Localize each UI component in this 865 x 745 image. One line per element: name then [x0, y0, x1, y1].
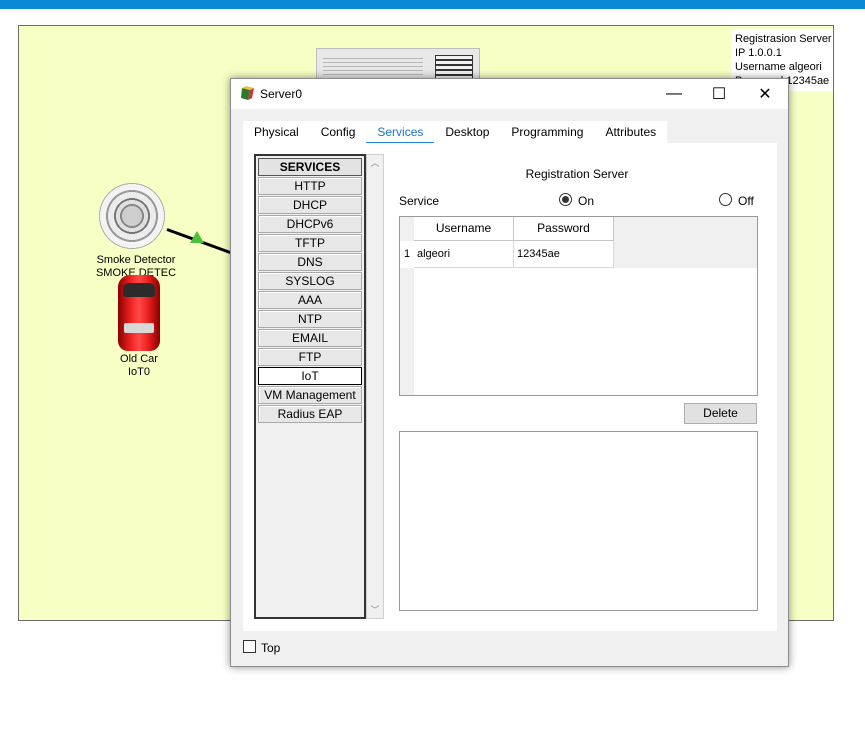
close-icon[interactable]: ✕	[742, 79, 788, 109]
top-label: Top	[261, 641, 281, 655]
server-app-icon	[241, 86, 254, 100]
column-header-password[interactable]: Password	[514, 217, 614, 241]
tab-bar: Physical Config Services Desktop Program…	[243, 121, 668, 145]
link-status-arrow-icon	[190, 231, 204, 243]
smoke-detector-name: Smoke Detector	[96, 254, 176, 266]
service-dhcp[interactable]: DHCP	[258, 196, 362, 214]
info-line-1: Registrasion Server	[735, 33, 832, 45]
old-car-name: Old Car	[120, 353, 158, 365]
dialog-title: Server0	[260, 87, 303, 101]
service-label: Service	[399, 194, 440, 208]
dialog-titlebar[interactable]: Server0 — ☐ ✕	[231, 79, 788, 109]
scroll-up-icon[interactable]: ︿	[367, 156, 383, 170]
smoke-detector-icon[interactable]	[99, 183, 165, 249]
app-top-bar	[0, 0, 865, 9]
scroll-down-icon[interactable]: ﹀	[367, 603, 383, 617]
service-email[interactable]: EMAIL	[258, 329, 362, 347]
service-on-radio[interactable]	[559, 193, 572, 206]
cell-password[interactable]: 12345ae	[514, 241, 614, 268]
service-on-label[interactable]: On	[578, 194, 594, 208]
tab-services[interactable]: Services	[366, 121, 435, 145]
registration-server-title: Registration Server	[525, 167, 629, 181]
service-off-label[interactable]: Off	[738, 194, 754, 208]
old-car-icon[interactable]	[118, 275, 160, 351]
service-vm-management[interactable]: VM Management	[258, 386, 362, 404]
server-dialog: Server0 — ☐ ✕ Physical Config Services D…	[230, 78, 789, 667]
cell-username[interactable]: algeori	[414, 241, 514, 268]
old-car-label: Old Car IoT0	[79, 353, 199, 379]
service-iot[interactable]: IoT	[258, 367, 362, 385]
output-textarea[interactable]	[399, 431, 758, 611]
maximize-icon[interactable]: ☐	[696, 79, 742, 109]
services-scrollbar[interactable]: ︿ ﹀	[366, 154, 384, 619]
service-syslog[interactable]: SYSLOG	[258, 272, 362, 290]
row-number: 1	[400, 241, 414, 268]
users-table: Username Password 1 algeori 12345ae	[399, 216, 758, 396]
service-off-radio[interactable]	[719, 193, 732, 206]
service-http[interactable]: HTTP	[258, 177, 362, 195]
service-dns[interactable]: DNS	[258, 253, 362, 271]
old-car-id: IoT0	[127, 366, 150, 378]
service-aaa[interactable]: AAA	[258, 291, 362, 309]
info-line-2: IP 1.0.0.1	[735, 47, 782, 59]
tab-desktop[interactable]: Desktop	[434, 121, 500, 143]
car-windshield	[123, 283, 155, 297]
minimize-icon[interactable]: —	[651, 79, 697, 109]
info-line-3: Username algeori	[735, 61, 822, 73]
tab-config[interactable]: Config	[310, 121, 367, 143]
services-panel: SERVICES HTTP DHCP DHCPv6 TFTP DNS SYSLO…	[243, 143, 777, 631]
tab-physical[interactable]: Physical	[243, 121, 310, 143]
table-empty-area	[414, 268, 757, 395]
service-tftp[interactable]: TFTP	[258, 234, 362, 252]
services-list: SERVICES HTTP DHCP DHCPv6 TFTP DNS SYSLO…	[254, 154, 366, 619]
service-radius-eap[interactable]: Radius EAP	[258, 405, 362, 423]
car-rear-glass	[124, 323, 154, 333]
column-header-username[interactable]: Username	[414, 217, 514, 241]
service-ftp[interactable]: FTP	[258, 348, 362, 366]
tab-attributes[interactable]: Attributes	[594, 121, 667, 143]
service-dhcpv6[interactable]: DHCPv6	[258, 215, 362, 233]
top-checkbox[interactable]	[243, 640, 256, 653]
services-header: SERVICES	[258, 158, 362, 176]
delete-button[interactable]: Delete	[684, 403, 757, 424]
service-ntp[interactable]: NTP	[258, 310, 362, 328]
tab-programming[interactable]: Programming	[500, 121, 594, 143]
